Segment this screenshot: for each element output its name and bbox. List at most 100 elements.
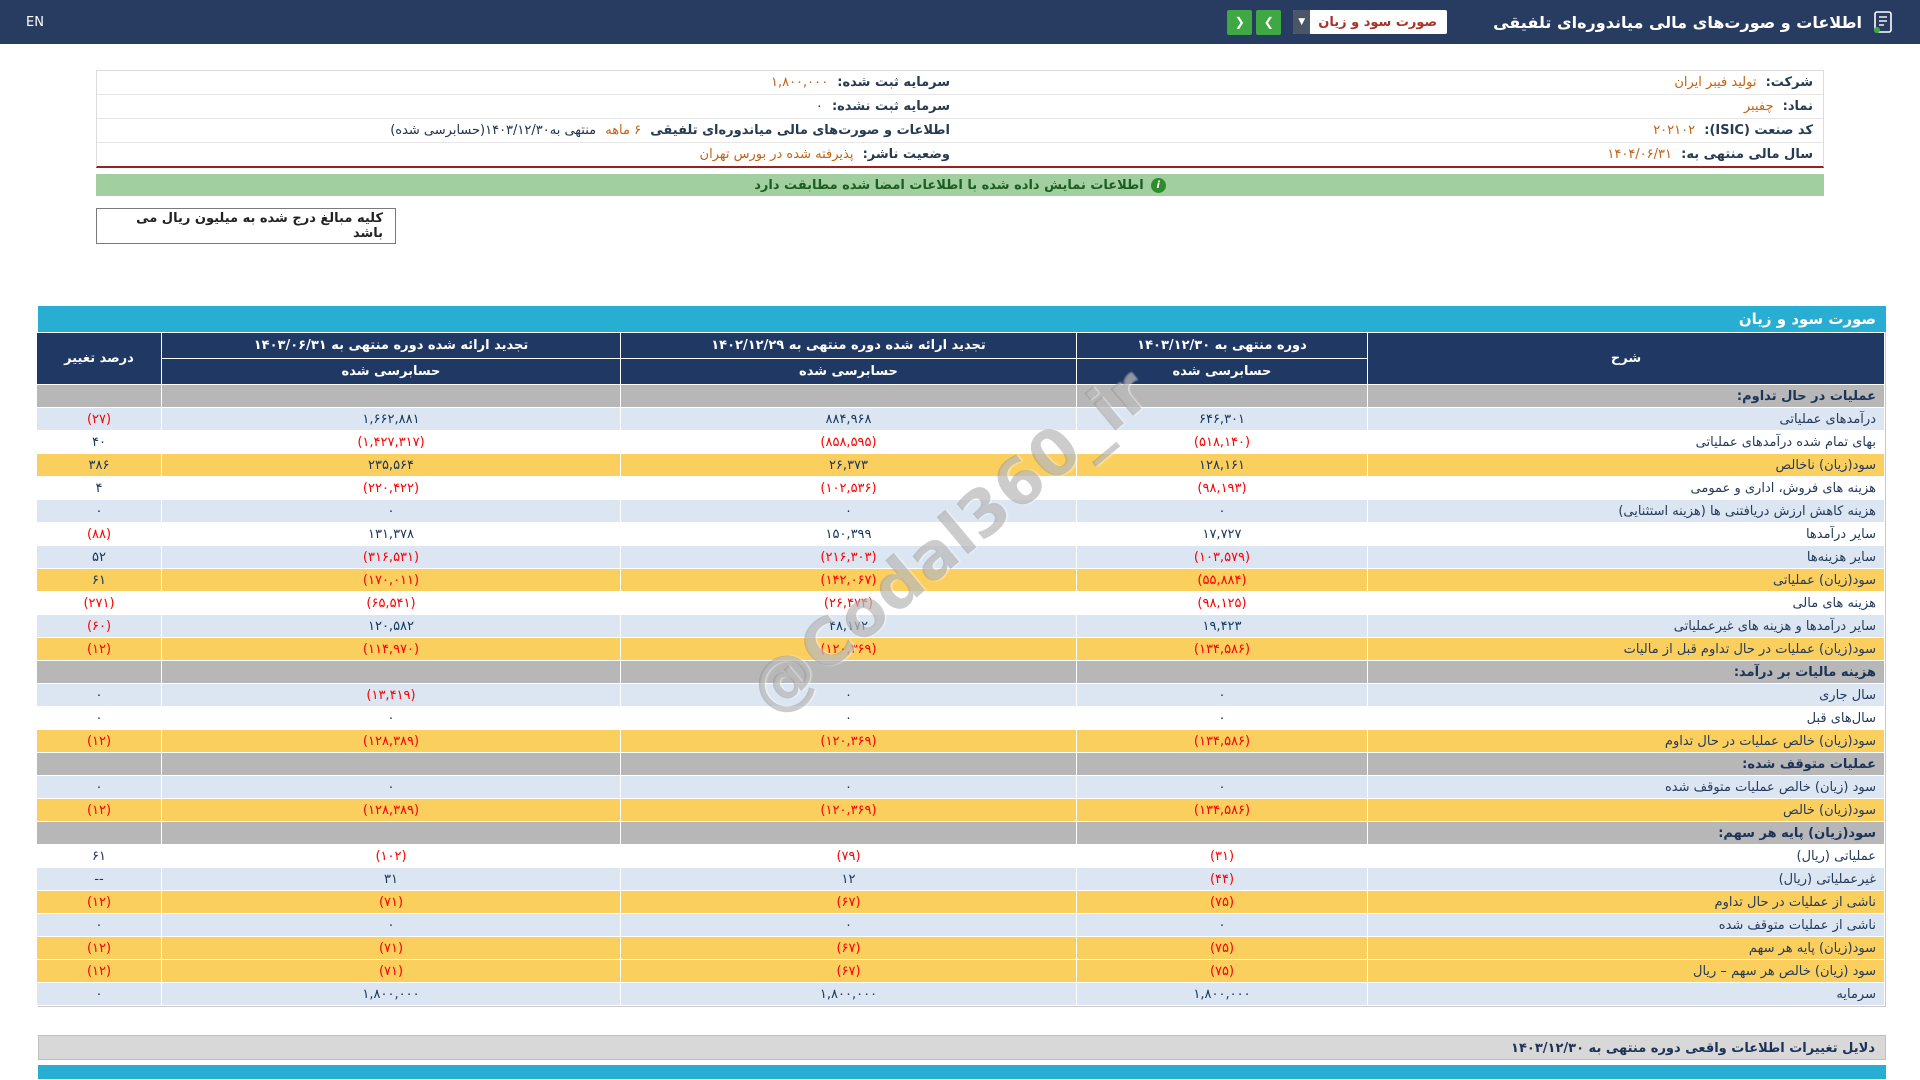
section-empty-cell: [162, 661, 621, 684]
value-cell: (۱۱۴,۹۷۰): [162, 638, 621, 661]
value-cell: ۰: [1077, 914, 1368, 937]
value-cell: (۱۲۰,۳۶۹): [621, 730, 1077, 753]
section-empty-cell: [37, 385, 162, 408]
value-cell: ۲۶,۳۷۳: [621, 454, 1077, 477]
income-statement-table: شرح دوره منتهی به ۱۴۰۳/۱۲/۳۰ تجدید ارائه…: [36, 332, 1885, 1006]
info-cell-company: شرکت: تولید فیبر ایران: [960, 71, 1823, 95]
symbol-label: نماد:: [1783, 99, 1813, 114]
nav-forward-button[interactable]: ❯: [1256, 10, 1281, 35]
statement-row: سال‌های قبل۰۰۰۰: [37, 707, 1885, 730]
row-label: بهای تمام شده درآمدهای عملیاتی: [1368, 431, 1885, 454]
value-cell: (۷۵): [1077, 960, 1368, 983]
value-cell: (۱۰۲,۵۳۶): [621, 477, 1077, 500]
row-label: سایر درآمدها و هزینه های غیرعملیاتی: [1368, 615, 1885, 638]
statement-type-value: صورت سود و زیان: [1310, 15, 1447, 30]
value-cell: ۰: [621, 500, 1077, 523]
value-cell: (۸۸): [37, 523, 162, 546]
value-cell: ۰: [162, 914, 621, 937]
value-cell: ۰: [37, 707, 162, 730]
info-cell-symbol: نماد: چفیبر: [960, 95, 1823, 119]
section-empty-cell: [37, 822, 162, 845]
value-cell: ۱۲۰,۵۸۲: [162, 615, 621, 638]
period-label: اطلاعات و صورت‌های مالی میاندوره‌ای تلفی…: [650, 123, 950, 138]
info-cell-unregistered-capital: سرمایه ثبت نشده: ۰: [97, 95, 960, 119]
value-cell: (۱۲): [37, 638, 162, 661]
issuer-status-label: وضعیت ناشر:: [863, 147, 950, 162]
value-cell: ۱,۸۰۰,۰۰۰: [1077, 983, 1368, 1006]
section-empty-cell: [621, 385, 1077, 408]
statement-body: عملیات در حال تداوم:درآمدهای عملیاتی۶۴۶,…: [37, 385, 1885, 1006]
info-row: نماد: چفیبر سرمایه ثبت نشده: ۰: [97, 95, 1823, 119]
value-cell: (۷۵): [1077, 891, 1368, 914]
statement-section-row: سود(زیان) پایه هر سهم:: [37, 822, 1885, 845]
statement-row: بهای تمام شده درآمدهای عملیاتی(۵۱۸,۱۴۰)(…: [37, 431, 1885, 454]
value-cell: ۰: [162, 776, 621, 799]
value-cell: (۷۱): [162, 891, 621, 914]
statement-section-row: عملیات متوقف شده:: [37, 753, 1885, 776]
changes-reasons-header: دلایل تغییرات اطلاعات واقعی دوره منتهی ب…: [38, 1035, 1886, 1060]
statement-type-select[interactable]: صورت سود و زیان ▼: [1293, 10, 1447, 34]
col-header-percent-change: درصد تغییر: [37, 333, 162, 385]
statement-row: درآمدهای عملیاتی۶۴۶,۳۰۱۸۸۴,۹۶۸۱,۶۶۲,۸۸۱(…: [37, 408, 1885, 431]
info-row: کد صنعت (ISIC): ۲۰۲۱۰۲ اطلاعات و صورت‌ها…: [97, 119, 1823, 143]
row-label: سود (زیان) خالص عملیات متوقف شده: [1368, 776, 1885, 799]
value-cell: (۹۸,۱۲۵): [1077, 592, 1368, 615]
value-cell: ۰: [37, 776, 162, 799]
company-info-panel: شرکت: تولید فیبر ایران سرمایه ثبت شده: ۱…: [96, 70, 1824, 168]
row-label: ناشی از عملیات متوقف شده: [1368, 914, 1885, 937]
value-cell: (۸۵۸,۵۹۵): [621, 431, 1077, 454]
col-header-period-previous: تجدید ارائه شده دوره منتهی به ۱۴۰۲/۱۲/۲۹: [621, 333, 1077, 359]
row-label: سود(زیان) ناخالص: [1368, 454, 1885, 477]
value-cell: ۱۲۸,۱۶۱: [1077, 454, 1368, 477]
statement-row: سود(زیان) خالص عملیات در حال تداوم(۱۳۴,۵…: [37, 730, 1885, 753]
info-cell-fiscal-year: سال مالی منتهی به: ۱۴۰۴/۰۶/۳۱: [960, 143, 1823, 167]
unregistered-capital-label: سرمایه ثبت نشده:: [832, 99, 950, 114]
value-cell: ۱۳۱,۳۷۸: [162, 523, 621, 546]
statement-row: سود(زیان) پایه هر سهم(۷۵)(۶۷)(۷۱)(۱۲): [37, 937, 1885, 960]
value-cell: (۱۲۸,۳۸۹): [162, 799, 621, 822]
section-empty-cell: [1077, 753, 1368, 776]
value-cell: (۱,۴۲۷,۳۱۷): [162, 431, 621, 454]
row-label: هزینه کاهش ارزش دریافتنی ها (هزینه استثن…: [1368, 500, 1885, 523]
value-cell: ۱,۶۶۲,۸۸۱: [162, 408, 621, 431]
col-header-period-restated: تجدید ارائه شده دوره منتهی به ۱۴۰۳/۰۶/۳۱: [162, 333, 621, 359]
section-empty-cell: [1077, 822, 1368, 845]
value-cell: --: [37, 868, 162, 891]
value-cell: (۱۲۸,۳۸۹): [162, 730, 621, 753]
section-label: عملیات متوقف شده:: [1368, 753, 1885, 776]
value-cell: ۰: [1077, 684, 1368, 707]
value-cell: ۰: [621, 707, 1077, 730]
section-empty-cell: [1077, 661, 1368, 684]
value-cell: ۴۸,۱۷۲: [621, 615, 1077, 638]
isic-label: کد صنعت (ISIC):: [1704, 123, 1813, 138]
row-label: هزینه های مالی: [1368, 592, 1885, 615]
section-empty-cell: [162, 385, 621, 408]
period-tail: منتهی به۱۴۰۳/۱۲/۳۰(حسابرسی شده): [390, 123, 596, 138]
period-highlight: ۶ ماهه: [605, 123, 641, 138]
language-toggle-en[interactable]: EN: [26, 15, 44, 30]
section-empty-cell: [621, 822, 1077, 845]
section-empty-cell: [37, 661, 162, 684]
statement-row: غیرعملیاتی (ریال)(۴۴)۱۲۳۱--: [37, 868, 1885, 891]
banner-text: اطلاعات نمایش داده شده با اطلاعات امضا ش…: [754, 178, 1144, 193]
value-cell: ۱۲: [621, 868, 1077, 891]
nav-back-button[interactable]: ❮: [1227, 10, 1252, 35]
value-cell: (۹۸,۱۹۳): [1077, 477, 1368, 500]
currency-unit-note: کلیه مبالغ درج شده به میلیون ریال می باش…: [96, 208, 396, 244]
value-cell: ۱۵۰,۳۹۹: [621, 523, 1077, 546]
section-empty-cell: [1077, 385, 1368, 408]
statement-title: صورت سود و زیان: [38, 306, 1886, 332]
section-empty-cell: [162, 753, 621, 776]
row-label: سود (زیان) خالص هر سهم – ریال: [1368, 960, 1885, 983]
value-cell: ۴۰: [37, 431, 162, 454]
value-cell: ۰: [1077, 776, 1368, 799]
col-subheader-audited: حسابرسی شده: [162, 359, 621, 385]
info-cell-issuer-status: وضعیت ناشر: پذیرفته شده در بورس تهران: [97, 143, 960, 167]
value-cell: ۰: [1077, 707, 1368, 730]
value-cell: (۱۲): [37, 799, 162, 822]
statement-row: سود (زیان) خالص هر سهم – ریال(۷۵)(۶۷)(۷۱…: [37, 960, 1885, 983]
value-cell: (۶۷): [621, 891, 1077, 914]
statement-row: سایر هزینه‌ها(۱۰۳,۵۷۹)(۲۱۶,۳۰۳)(۳۱۶,۵۳۱)…: [37, 546, 1885, 569]
info-row: سال مالی منتهی به: ۱۴۰۴/۰۶/۳۱ وضعیت ناشر…: [97, 143, 1823, 167]
value-cell: (۴۴): [1077, 868, 1368, 891]
